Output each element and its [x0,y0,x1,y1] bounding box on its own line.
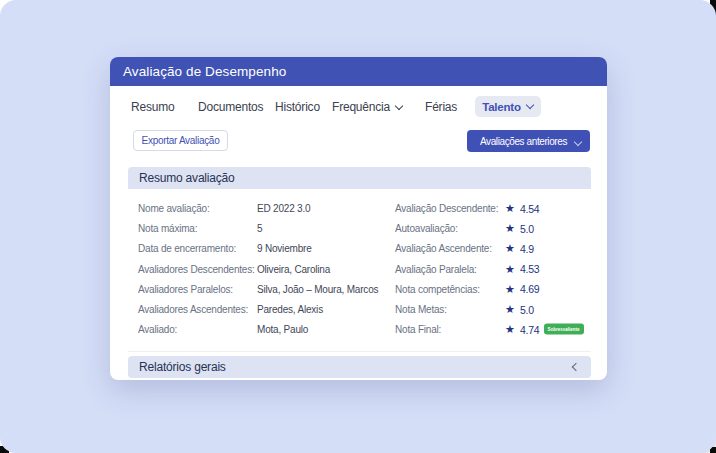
tab-historico[interactable]: Histórico [275,86,320,128]
toolbar: Exportar Avaliação Avaliações anteriores [110,130,607,152]
relatorios-section-header[interactable]: Relatórios gerais [128,356,591,378]
field-row: Avaliadores Paralelos:Silva, João – Mour… [138,279,393,299]
score-row: Avaliação Descendente:★4.54 [395,198,591,218]
tab-resumo[interactable]: Resumo [131,86,174,128]
star-icon: ★ [505,282,515,295]
export-evaluation-button[interactable]: Exportar Avaliação [133,130,228,151]
evaluation-card: Avaliação de Desempenho Resumo Documento… [110,57,607,380]
tab-ferias[interactable]: Férias [425,86,457,128]
score-row: Autoavaliação:★5.0 [395,218,591,238]
star-icon: ★ [505,323,515,336]
page-background: Avaliação de Desempenho Resumo Documento… [0,0,716,453]
score-row: Avaliação Ascendente:★4.9 [395,238,591,258]
chevron-down-icon [395,102,403,110]
resumo-right-column: Avaliação Descendente:★4.54 Autoavaliaçã… [395,198,591,339]
field-row: Avaliadores Descendentes:Oliveira, Carol… [138,259,393,279]
tab-frequencia[interactable]: Frequência [332,86,403,128]
field-row: Nome avaliação:ED 2022 3.0 [138,198,393,218]
previous-evaluations-button[interactable]: Avaliações anteriores [467,130,590,152]
field-row: Data de encerramento:9 Noviembre [138,238,393,258]
star-icon: ★ [505,262,515,275]
star-icon: ★ [505,242,515,255]
resumo-left-column: Nome avaliação:ED 2022 3.0 Nota máxima:5… [138,198,393,339]
chevron-left-icon [571,363,579,371]
tab-bar: Resumo Documentos Histórico Frequência F… [110,86,607,128]
card-title: Avaliação de Desempenho [110,57,607,86]
score-row: Avaliação Paralela:★4.53 [395,259,591,279]
score-row: Nota Metas:★5.0 [395,299,591,319]
star-icon: ★ [505,303,515,316]
final-score-badge: Sobressaliente [544,324,584,335]
chevron-down-icon [526,101,534,109]
score-row: Nota competências:★4.69 [395,279,591,299]
field-row: Avaliadores Ascendentes:Paredes, Alexis [138,299,393,319]
star-icon: ★ [505,222,515,235]
chevron-down-icon [574,138,582,146]
tab-documentos[interactable]: Documentos [198,86,263,128]
field-row: Nota máxima:5 [138,218,393,238]
resumo-section-header: Resumo avaliação [128,167,591,189]
star-icon: ★ [505,202,515,215]
score-row: Nota Final:★4.74Sobressaliente [395,319,591,339]
tab-talento[interactable]: Talento [475,96,541,117]
field-row: Avaliado:Mota, Paulo [138,319,393,339]
resumo-section-body: Nome avaliação:ED 2022 3.0 Nota máxima:5… [128,189,591,352]
